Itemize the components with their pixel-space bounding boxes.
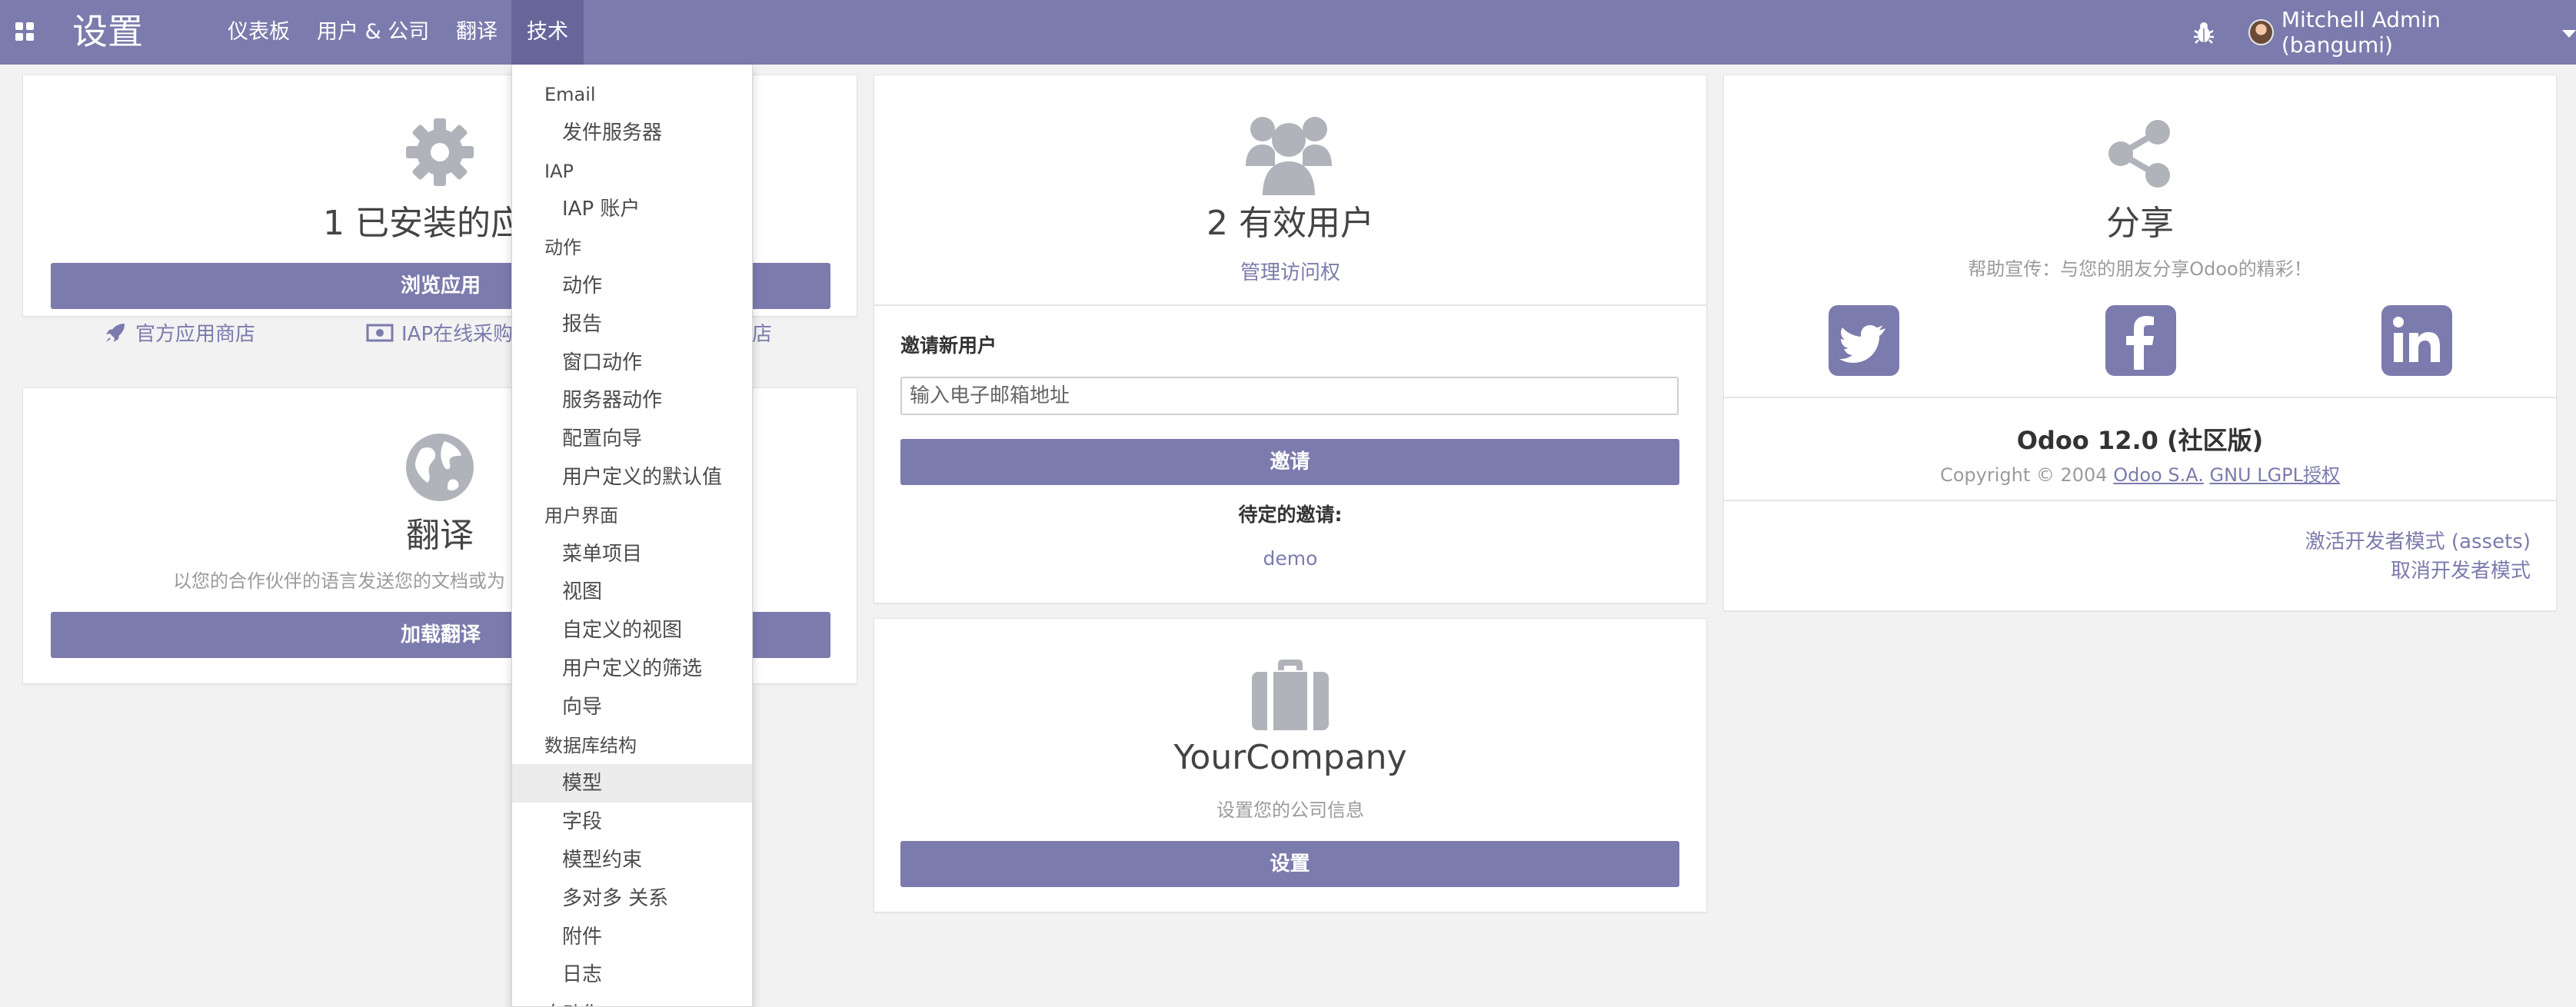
menu-item[interactable]: 字段 [512,803,752,841]
app-store-label: 官方应用商店 [135,323,256,346]
manage-access-link[interactable]: 管理访问权 [874,257,1707,285]
user-name: Mitchell Admin (bangumi) [2281,7,2441,58]
linkedin-button[interactable] [2381,305,2452,376]
menu-item[interactable]: 视图 [512,573,752,611]
rocket-icon [106,323,125,342]
menu-item[interactable]: 向导 [512,688,752,726]
menu-item[interactable]: 多对多 关系 [512,879,752,918]
menu-dashboard[interactable]: 仪表板 [212,0,305,65]
menu-section-header: Email [544,84,596,105]
iap-store-link[interactable]: IAP在线采购 [366,318,513,347]
menu-section-header: 数据库结构 [544,734,637,756]
menu-item[interactable]: 配置向导 [512,420,752,458]
invite-button[interactable]: 邀请 [900,439,1679,485]
translate-description: 以您的合作伙伴的语言发送您的文档或为 [173,570,505,592]
company-subtitle: 设置您的公司信息 [1216,799,1364,821]
menu-users-companies[interactable]: 用户 & 公司 [301,0,444,65]
copyright-line: Copyright © 2004 Odoo S.A. GNU LGPL授权 [1723,460,2557,487]
menu-item[interactable]: 报告 [512,305,752,344]
money-icon [366,324,394,341]
menu-item[interactable]: 用户定义的筛选 [512,650,752,688]
iap-store-label: IAP在线采购 [401,323,514,346]
menu-item[interactable]: 发件服务器 [512,114,752,152]
top-navbar: 设置 仪表板 用户 & 公司 翻译 技术 Mitchell Admin (ban… [0,0,2576,65]
users-icon [1246,117,1332,195]
facebook-icon [2126,316,2154,370]
iap-store-label-tail[interactable]: 店 [752,318,772,347]
invite-label: 邀请新用户 [900,334,997,357]
twitter-icon [1839,325,1885,363]
menu-item[interactable]: 日志 [512,955,752,994]
app-store-link[interactable]: 官方应用商店 [103,318,255,347]
user-menu[interactable]: Mitchell Admin (bangumi) [2248,0,2576,65]
company-name: YourCompany [1173,738,1407,777]
menu-item[interactable]: 模型约束 [512,841,752,879]
twitter-button[interactable] [1829,305,1899,376]
menu-item[interactable]: IAP 账户 [512,190,752,228]
menu-translations[interactable]: 翻译 [441,0,513,65]
license-link[interactable]: GNU LGPL授权 [2209,464,2340,486]
share-icon [2108,120,2170,188]
technical-dropdown-menu: Email 发件服务器 IAP IAP 账户 动作 动作 报告 窗口动作 服务器动作 配置向导 用户… [511,65,753,1007]
apps-menu-icon[interactable] [15,22,34,41]
share-title: 分享 [2106,204,2174,243]
briefcase-icon [1252,660,1329,730]
bug-icon[interactable] [2190,18,2218,46]
menu-section-header: 动作 [544,237,581,259]
linkedin-icon [2393,317,2440,362]
menu-item[interactable]: 菜单项目 [512,535,752,573]
divider [1724,397,2556,398]
menu-item[interactable]: 用户定义的默认值 [512,458,752,497]
pending-invites-label: 待定的邀请: [1238,504,1343,526]
menu-section-header: 自动化 [544,994,600,1006]
deactivate-dev-mode-link[interactable]: 取消开发者模式 [1723,555,2531,583]
globe-icon [406,434,474,501]
gear-icon [406,118,474,186]
odoo-version: Odoo 12.0 (社区版) [2016,426,2264,455]
menu-item[interactable]: 窗口动作 [512,344,752,382]
menu-item[interactable]: 服务器动作 [512,381,752,420]
facebook-button[interactable] [2105,305,2176,376]
menu-item[interactable]: 附件 [512,918,752,956]
menu-item[interactable]: 模型 [512,764,752,803]
company-setup-button[interactable]: 设置 [900,841,1679,887]
activate-dev-mode-assets-link[interactable]: 激活开发者模式 (assets) [1723,526,2531,554]
menu-section-header: IAP [544,160,574,182]
pending-user-link[interactable]: demo [874,547,1707,570]
divider [1724,500,2556,501]
chevron-down-icon [2562,30,2576,38]
odoo-sa-link[interactable]: Odoo S.A. [2113,464,2204,486]
menu-item[interactable]: 自定义的视图 [512,611,752,650]
menu-item[interactable]: 动作 [512,267,752,305]
email-input[interactable] [900,377,1679,415]
active-users-title: 2 有效用户 [1206,204,1374,243]
avatar [2248,19,2274,45]
share-subtitle: 帮助宣传：与您的朋友分享Odoo的精彩！ [1968,258,2312,280]
app-title: 设置 [72,11,143,52]
divider [874,304,1706,306]
menu-section-header: 用户界面 [544,504,618,527]
menu-technical[interactable]: 技术 [511,0,584,65]
copyright-text: Copyright © 2004 [1939,464,2108,486]
